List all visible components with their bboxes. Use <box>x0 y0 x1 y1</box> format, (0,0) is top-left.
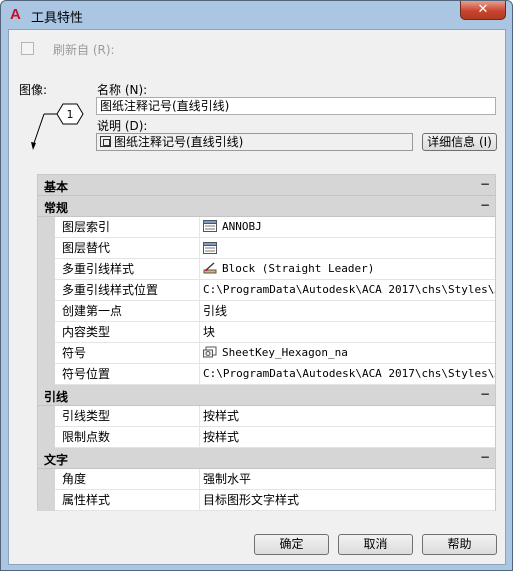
prop-value[interactable]: Block (Straight Leader) <box>200 259 495 280</box>
prop-name: 角度 <box>55 469 200 490</box>
prop-name: 内容类型 <box>55 322 200 343</box>
refresh-from-checkbox[interactable] <box>21 42 34 55</box>
details-button[interactable]: 详细信息 (I) <box>422 133 497 151</box>
prop-row-leader-type[interactable]: 引线类型 按样式 <box>38 406 495 427</box>
prop-value[interactable] <box>200 238 495 259</box>
prop-row-angle[interactable]: 角度 强制水平 <box>38 469 495 490</box>
autocad-app-icon: A <box>10 6 21 23</box>
prop-value[interactable]: 目标图形文字样式 <box>200 490 495 511</box>
name-label: 名称 (N): <box>97 83 148 97</box>
properties-grid: 基本 − 常规 − 图层索引 ANNOBJ 图层替代 多重引线样式 Block … <box>37 174 496 511</box>
category-text-label: 文字 <box>44 453 69 467</box>
prop-value[interactable]: 按样式 <box>200 406 495 427</box>
prop-value[interactable]: 强制水平 <box>200 469 495 490</box>
prop-name: 图层索引 <box>55 217 200 238</box>
prop-name: 多重引线样式 <box>55 259 200 280</box>
prop-name: 限制点数 <box>55 427 200 448</box>
prop-value[interactable]: 引线 <box>200 301 495 322</box>
window-title: 工具特性 <box>31 11 84 26</box>
name-input[interactable]: 图纸注释记号(直线引线) <box>96 97 496 115</box>
prop-name: 符号位置 <box>55 364 200 385</box>
layer-list-icon <box>203 220 217 232</box>
description-text: 图纸注释记号(直线引线) <box>114 135 244 149</box>
prop-row-mleader-style[interactable]: 多重引线样式 Block (Straight Leader) <box>38 259 495 280</box>
prop-value[interactable]: SheetKey_Hexagon_na <box>200 343 495 364</box>
layer-list-icon <box>203 242 217 254</box>
prop-row-create-first-point[interactable]: 创建第一点 引线 <box>38 301 495 322</box>
prop-name: 属性样式 <box>55 490 200 511</box>
prop-name: 图层替代 <box>55 238 200 259</box>
refresh-from-label: 刷新自 (R): <box>53 43 115 57</box>
prop-value[interactable]: C:\ProgramData\Autodesk\ACA 2017\chs\Sty… <box>200 280 495 301</box>
tool-properties-window: A 工具特性 ✕ 刷新自 (R): 图像: 1 名称 (N): 图纸注释记号(直… <box>0 0 513 571</box>
prop-row-attribute-style[interactable]: 属性样式 目标图形文字样式 <box>38 490 495 511</box>
ok-button[interactable]: 确定 <box>254 534 329 555</box>
mleader-style-icon <box>203 262 217 274</box>
prop-row-layer-key[interactable]: 图层索引 ANNOBJ <box>38 217 495 238</box>
prop-row-symbol-location[interactable]: 符号位置 C:\ProgramData\Autodesk\ACA 2017\ch… <box>38 364 495 385</box>
collapse-icon[interactable]: − <box>479 178 491 191</box>
prop-row-symbol[interactable]: 符号 SheetKey_Hexagon_na <box>38 343 495 364</box>
category-general-label: 常规 <box>44 201 69 215</box>
dialog-client: 刷新自 (R): 图像: 1 名称 (N): 图纸注释记号(直线引线) 说明 (… <box>8 29 506 565</box>
preview-number: 1 <box>67 108 74 121</box>
prop-row-mleader-style-location[interactable]: 多重引线样式位置 C:\ProgramData\Autodesk\ACA 201… <box>38 280 495 301</box>
category-basic-label: 基本 <box>44 180 69 194</box>
block-symbol-icon <box>203 346 217 358</box>
collapse-icon[interactable]: − <box>479 388 491 401</box>
prop-name: 创建第一点 <box>55 301 200 322</box>
cancel-button[interactable]: 取消 <box>338 534 413 555</box>
prop-value[interactable]: 按样式 <box>200 427 495 448</box>
prop-name: 引线类型 <box>55 406 200 427</box>
prop-row-layer-override[interactable]: 图层替代 <box>38 238 495 259</box>
prop-name: 多重引线样式位置 <box>55 280 200 301</box>
image-label: 图像: <box>19 83 48 97</box>
prop-value[interactable]: C:\ProgramData\Autodesk\ACA 2017\chs\Sty… <box>200 364 495 385</box>
prop-row-content-type[interactable]: 内容类型 块 <box>38 322 495 343</box>
category-leader[interactable]: 引线 − <box>38 385 495 406</box>
tool-image-preview: 1 <box>31 103 84 150</box>
category-leader-label: 引线 <box>44 390 69 404</box>
help-button[interactable]: 帮助 <box>422 534 497 555</box>
category-text[interactable]: 文字 − <box>38 448 495 469</box>
description-edit-icon <box>100 136 111 147</box>
category-general[interactable]: 常规 − <box>38 196 495 217</box>
collapse-icon[interactable]: − <box>479 199 491 212</box>
prop-value[interactable]: ANNOBJ <box>200 217 495 238</box>
title-bar[interactable]: A 工具特性 ✕ <box>1 1 512 29</box>
prop-name: 符号 <box>55 343 200 364</box>
prop-row-max-points[interactable]: 限制点数 按样式 <box>38 427 495 448</box>
collapse-icon[interactable]: − <box>479 451 491 464</box>
close-button[interactable]: ✕ <box>460 1 506 20</box>
description-field[interactable]: 图纸注释记号(直线引线) <box>96 133 413 151</box>
description-label: 说明 (D): <box>97 119 148 133</box>
category-basic[interactable]: 基本 − <box>38 175 495 196</box>
prop-value[interactable]: 块 <box>200 322 495 343</box>
